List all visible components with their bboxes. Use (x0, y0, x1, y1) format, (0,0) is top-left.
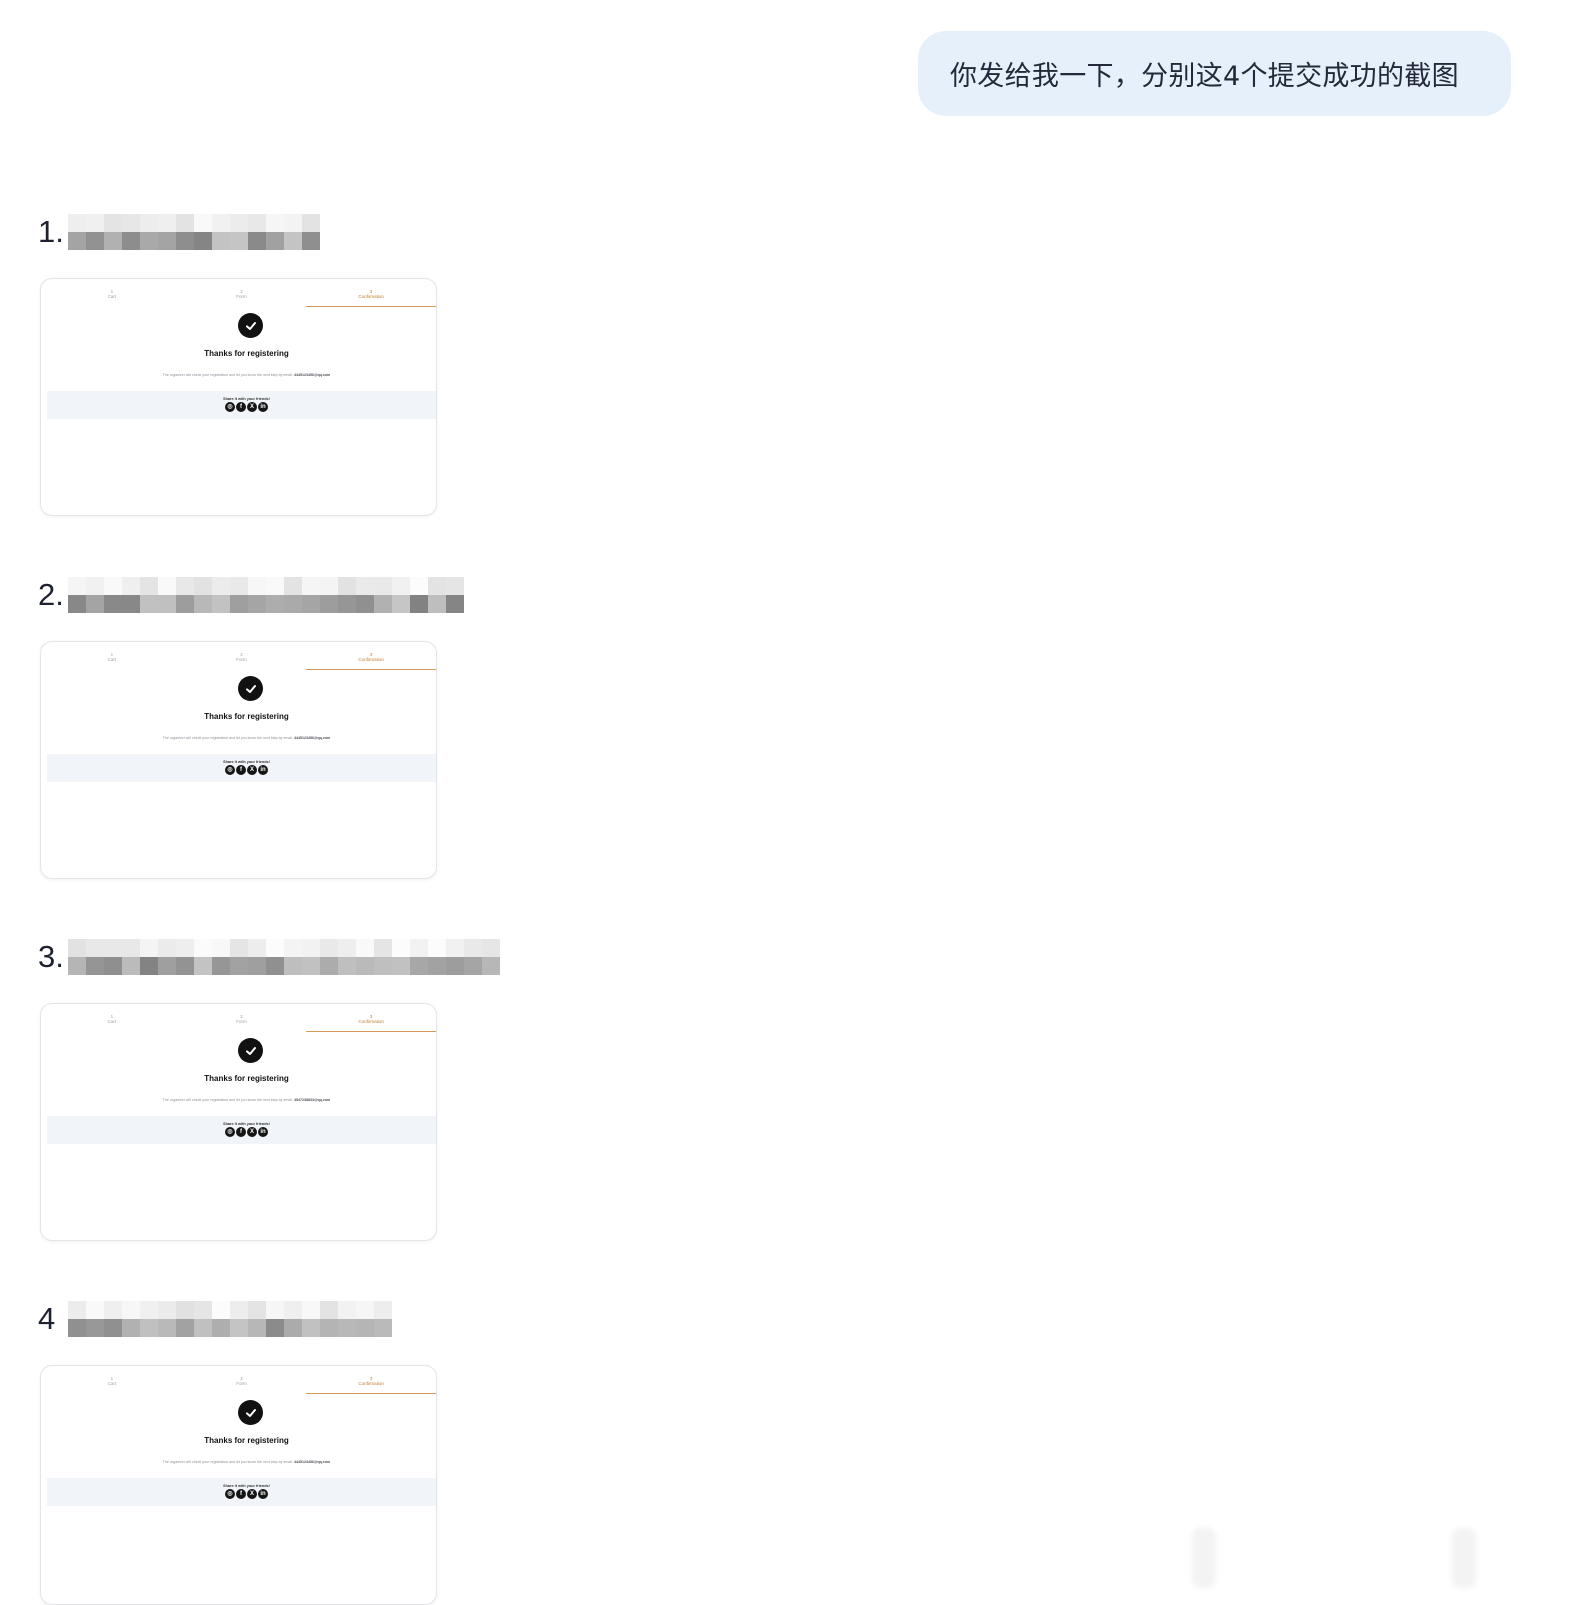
step-cart: 1 Cart (107, 289, 117, 299)
user-message-bubble: 你发给我一下，分别这4个提交成功的截图 (918, 31, 1511, 116)
screenshot-thumbnail-1[interactable]: 1 Cart 2 Form 3 Confirmation Thanks for reg… (40, 278, 437, 516)
step-confirmation: 3 Confirmation (306, 652, 436, 670)
checkout-steps: 1 Cart 2 Form 3 Confirmation (47, 289, 436, 307)
step-cart: 1 Cart (107, 1014, 117, 1024)
whatsapp-icon[interactable]: ◎ (225, 765, 235, 775)
share-label: Share it with your friends! (223, 1484, 270, 1488)
x-icon[interactable]: X (247, 402, 257, 412)
redacted-title-pixelated (68, 1301, 392, 1337)
screenshot-thumbnail-2[interactable]: 1 Cart 2 Form 3 Confirmation Thanks for reg… (40, 641, 437, 879)
item-heading-2: 2. (38, 572, 464, 618)
share-label: Share it with your friends! (223, 1122, 270, 1126)
background-smudge (1452, 1528, 1476, 1588)
item-number: 1. (38, 214, 64, 249)
check-circle-icon (238, 1038, 263, 1063)
check-circle-icon (238, 313, 263, 338)
social-icons: ◎ f X in (225, 765, 268, 775)
share-section: Share it with your friends! ◎ f X in (47, 754, 436, 782)
step-form: 2 Form (236, 652, 247, 662)
step-confirmation: 3 Confirmation (306, 1014, 436, 1032)
facebook-icon[interactable]: f (236, 1489, 246, 1499)
step-cart: 1 Cart (107, 652, 117, 662)
confirmation-description: The organizer will check your registrati… (162, 1098, 331, 1102)
item-number: 2. (38, 577, 64, 612)
whatsapp-icon[interactable]: ◎ (225, 402, 235, 412)
item-number: 3. (38, 939, 64, 974)
step-form: 2 Form (236, 1014, 247, 1024)
linkedin-icon[interactable]: in (258, 1127, 268, 1137)
step-confirmation: 3 Confirmation (306, 289, 436, 307)
confirmation-description: The organizer will check your registrati… (162, 1460, 331, 1464)
user-message-text: 你发给我一下，分别这4个提交成功的截图 (950, 61, 1459, 92)
checkout-steps: 1 Cart 2 Form 3 Confirmation (47, 1376, 436, 1394)
linkedin-icon[interactable]: in (258, 402, 268, 412)
linkedin-icon[interactable]: in (258, 1489, 268, 1499)
item-heading-4: 4 (38, 1296, 392, 1342)
share-section: Share it with your friends! ◎ f X in (47, 1116, 436, 1144)
confirmation-description: The organizer will check your registrati… (162, 736, 331, 740)
social-icons: ◎ f X in (225, 1489, 268, 1499)
share-label: Share it with your friends! (223, 760, 270, 764)
linkedin-icon[interactable]: in (258, 765, 268, 775)
facebook-icon[interactable]: f (236, 765, 246, 775)
step-form: 2 Form (236, 289, 247, 299)
background-smudge (1192, 1528, 1216, 1588)
checkout-steps: 1 Cart 2 Form 3 Confirmation (47, 1014, 436, 1032)
share-label: Share it with your friends! (223, 397, 270, 401)
x-icon[interactable]: X (247, 765, 257, 775)
step-confirmation: 3 Confirmation (306, 1376, 436, 1394)
confirmation-title: Thanks for registering (204, 349, 289, 358)
social-icons: ◎ f X in (225, 1127, 268, 1137)
confirmation-title: Thanks for registering (204, 1436, 289, 1445)
item-heading-3: 3. (38, 934, 500, 980)
screenshot-thumbnail-3[interactable]: 1 Cart 2 Form 3 Confirmation Thanks for reg… (40, 1003, 437, 1241)
whatsapp-icon[interactable]: ◎ (225, 1127, 235, 1137)
item-heading-1: 1. (38, 209, 320, 255)
screenshot-thumbnail-4[interactable]: 1 Cart 2 Form 3 Confirmation Thanks for reg… (40, 1365, 437, 1605)
confirmation-title: Thanks for registering (204, 712, 289, 721)
check-circle-icon (238, 676, 263, 701)
confirmation-description: The organizer will check your registrati… (162, 373, 331, 377)
redacted-title-pixelated (68, 939, 500, 975)
x-icon[interactable]: X (247, 1127, 257, 1137)
share-section: Share it with your friends! ◎ f X in (47, 1478, 436, 1506)
whatsapp-icon[interactable]: ◎ (225, 1489, 235, 1499)
share-section: Share it with your friends! ◎ f X in (47, 391, 436, 419)
facebook-icon[interactable]: f (236, 402, 246, 412)
confirmation-title: Thanks for registering (204, 1074, 289, 1083)
step-cart: 1 Cart (107, 1376, 117, 1386)
check-circle-icon (238, 1400, 263, 1425)
step-form: 2 Form (236, 1376, 247, 1386)
item-number: 4 (38, 1301, 56, 1336)
redacted-title-pixelated (68, 577, 464, 613)
redacted-title-pixelated (68, 214, 320, 250)
facebook-icon[interactable]: f (236, 1127, 246, 1137)
x-icon[interactable]: X (247, 1489, 257, 1499)
social-icons: ◎ f X in (225, 402, 268, 412)
checkout-steps: 1 Cart 2 Form 3 Confirmation (47, 652, 436, 670)
